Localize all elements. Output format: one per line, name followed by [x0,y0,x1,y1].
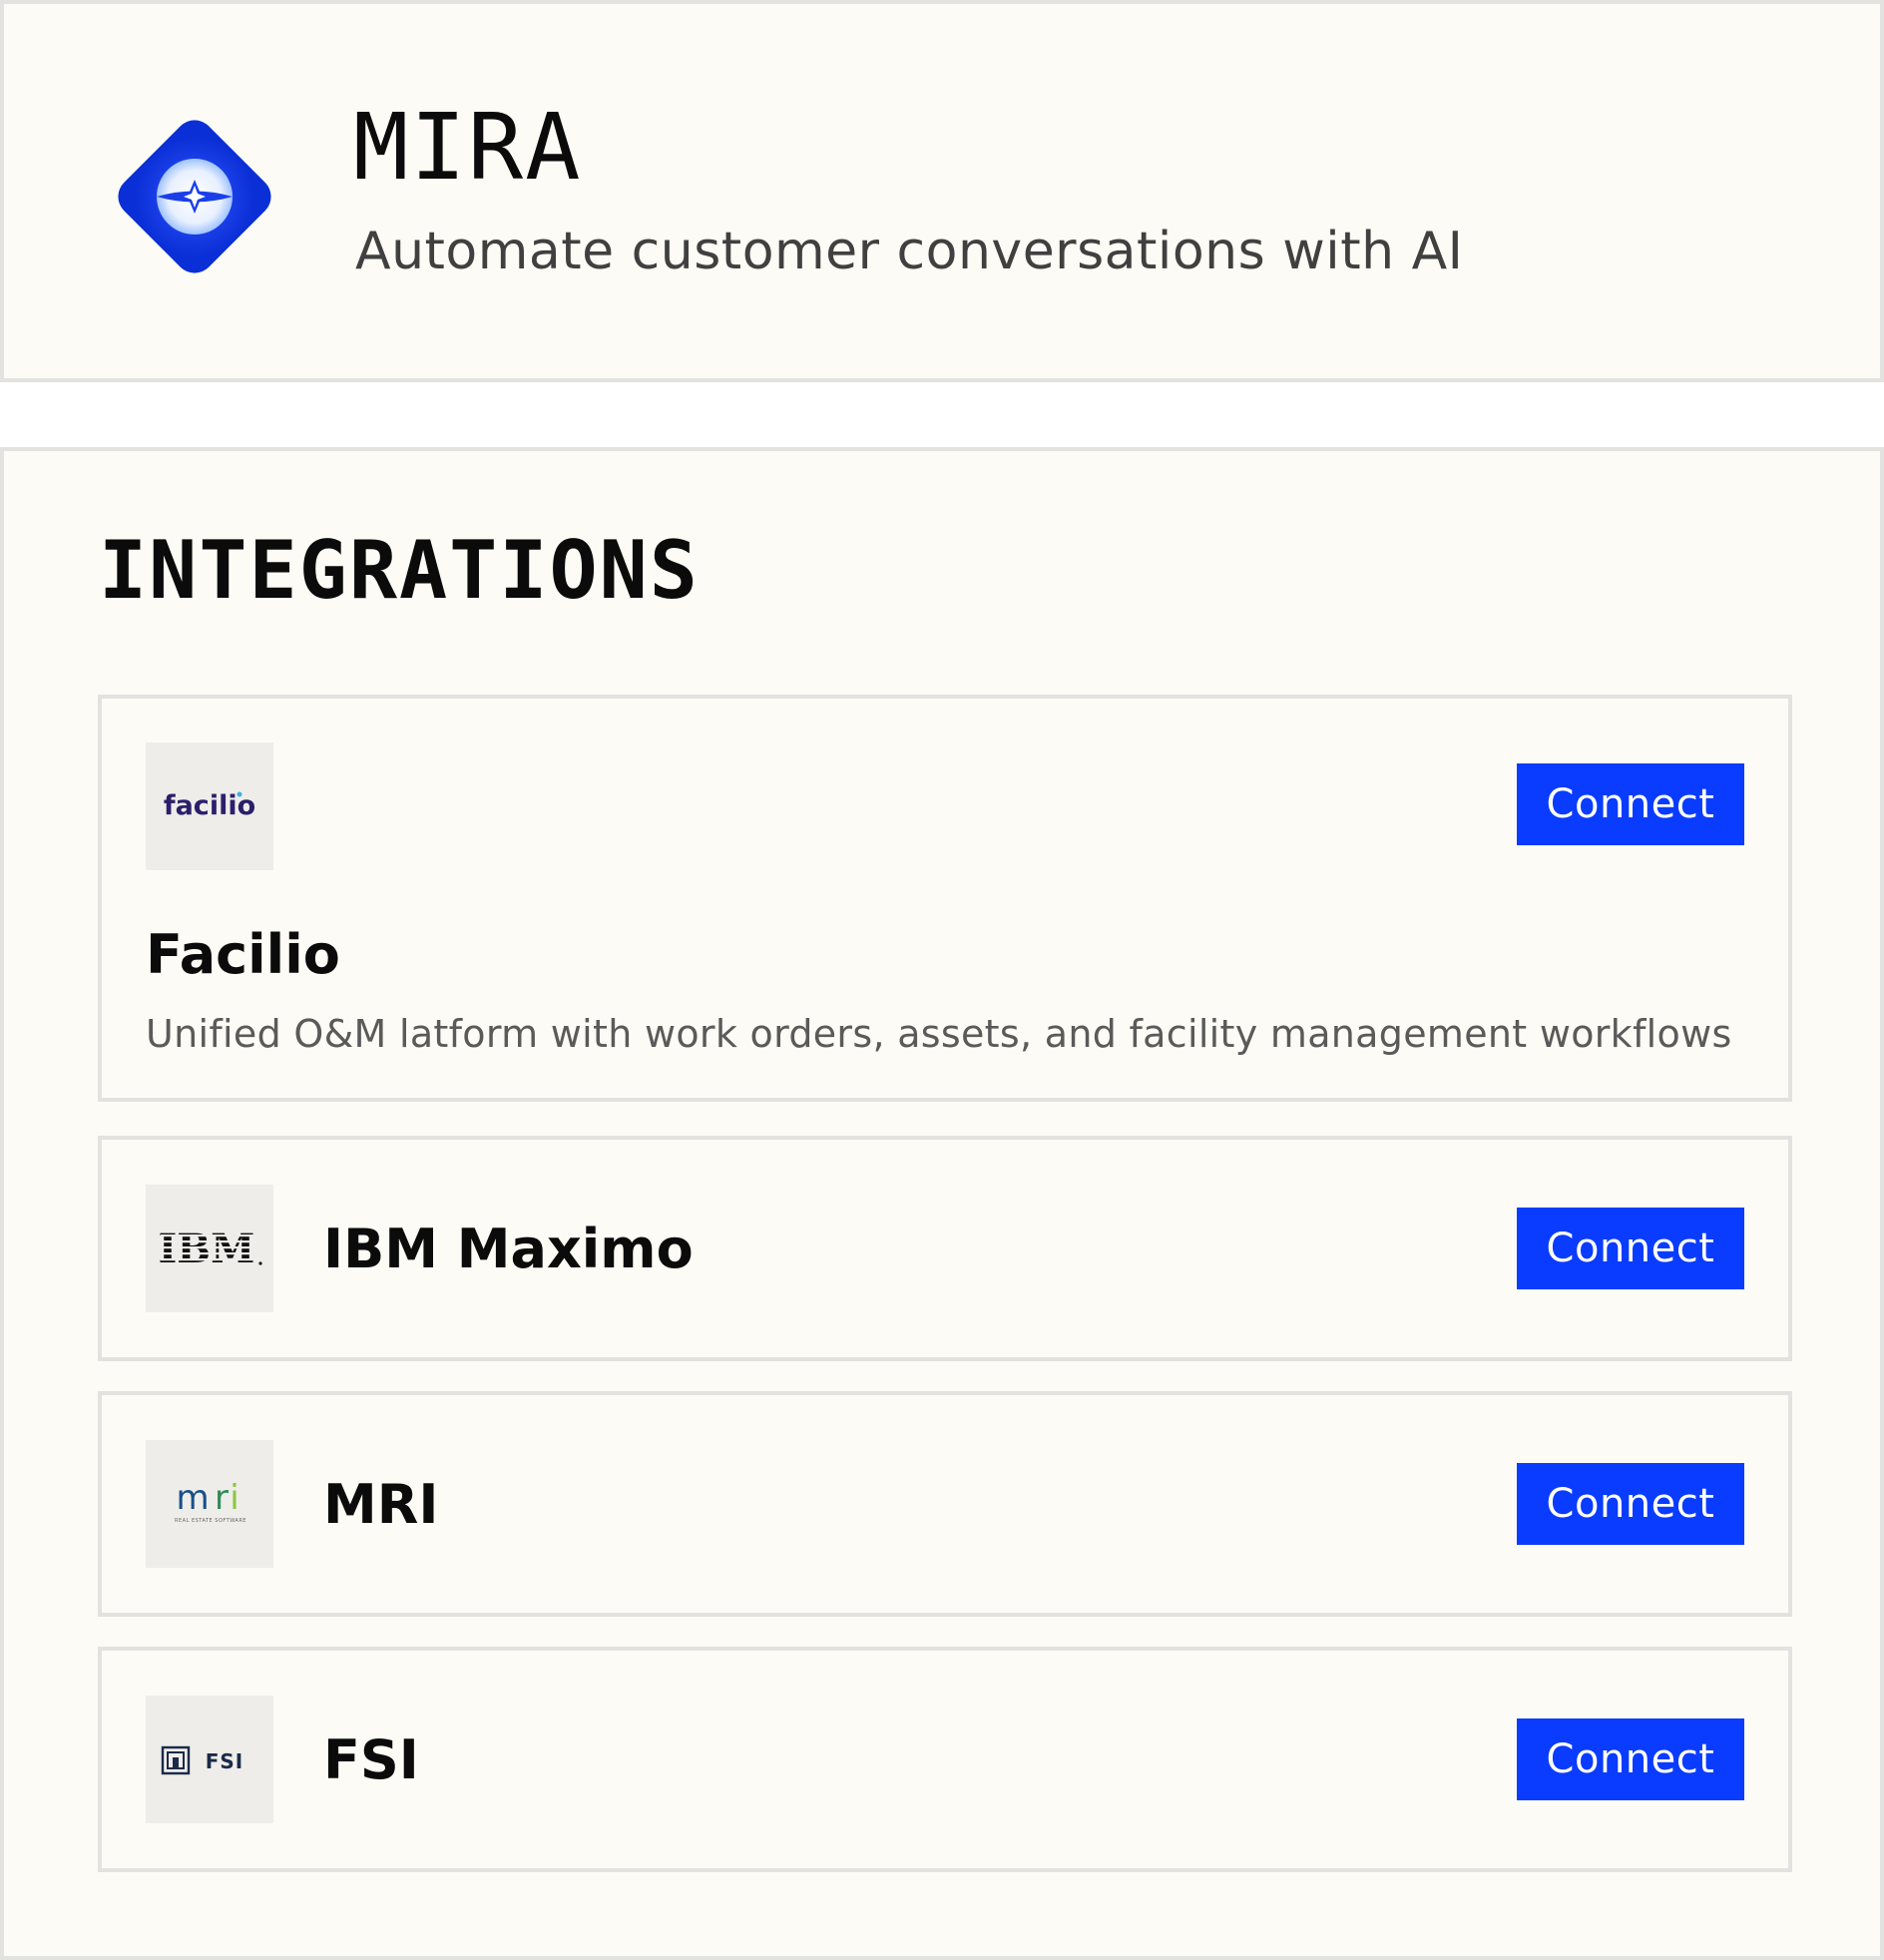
integration-name: Facilio [146,923,340,986]
integration-description: Unified O&M latform with work orders, as… [146,1012,1732,1056]
svg-text:FSI: FSI [206,1749,244,1773]
svg-text:m: m [176,1479,209,1518]
fsi-logo: FSI [146,1696,273,1823]
app-subtitle: Automate customer conversations with AI [355,222,1464,281]
connect-button-facilio[interactable]: Connect [1517,763,1744,845]
integration-name: IBM Maximo [323,1218,694,1280]
integration-card-facilio: facilio Connect Facilio Unified O&M latf… [98,695,1792,1102]
mira-logo-icon [110,112,279,281]
app-header: MIRA Automate customer conversations wit… [0,0,1884,382]
integration-card-mri: m r i REAL ESTATE SOFTWARE MRI Connect [98,1391,1792,1617]
app-title: MIRA [353,94,583,201]
svg-text:i: i [230,1479,238,1518]
mri-logo: m r i REAL ESTATE SOFTWARE [146,1440,273,1568]
connect-button-fsi[interactable]: Connect [1517,1718,1744,1800]
integration-name: FSI [323,1728,419,1791]
svg-text:REAL ESTATE SOFTWARE: REAL ESTATE SOFTWARE [175,1518,246,1524]
facilio-logo: facilio [146,742,273,870]
ibm-logo: IBM [146,1185,273,1312]
connect-button-ibm-maximo[interactable]: Connect [1517,1208,1744,1289]
integration-card-ibm-maximo: IBM IBM Maximo Connect [98,1136,1792,1361]
svg-text:r: r [215,1479,229,1518]
integrations-heading: INTEGRATIONS [99,524,700,617]
integrations-section: INTEGRATIONS facilio Connect Facilio Uni… [0,447,1884,1960]
connect-button-mri[interactable]: Connect [1517,1463,1744,1545]
integration-name: MRI [323,1473,439,1536]
integration-card-fsi: FSI FSI Connect [98,1647,1792,1872]
